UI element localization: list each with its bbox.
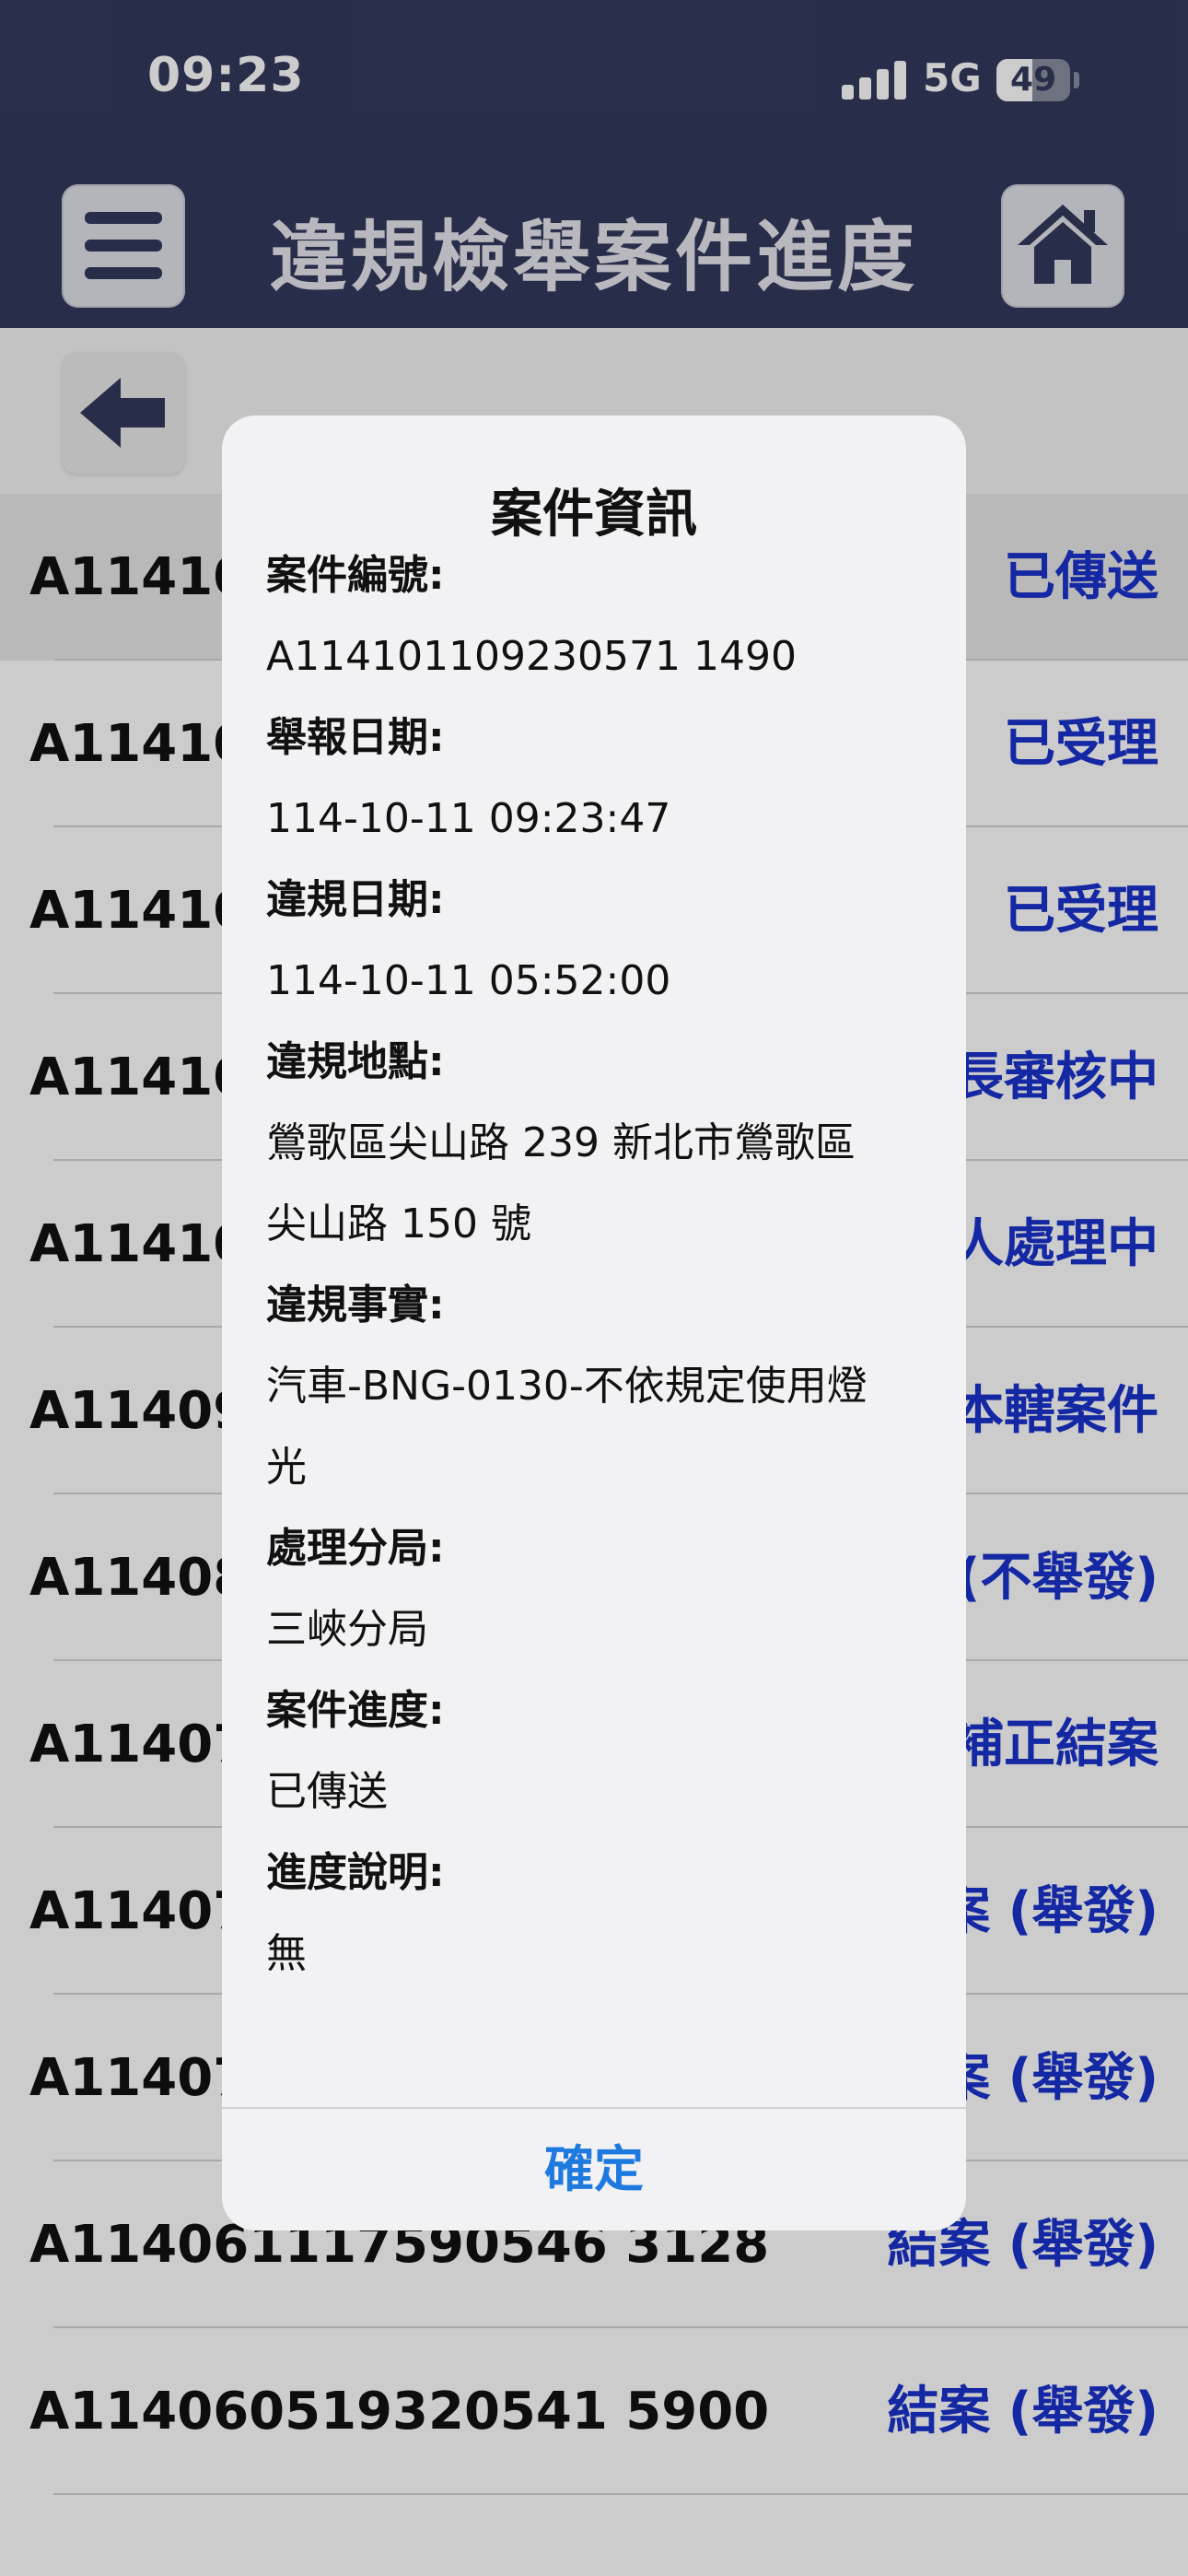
progress-note-value: 無 (266, 1930, 307, 1977)
dialog-body: 案件編號: A114101109230571 1490 舉報日期: 114-10… (266, 535, 929, 1995)
violation-location-value-cont: 尖山路 150 號 (266, 1200, 531, 1247)
violation-date-label: 違規日期: (266, 876, 445, 923)
police-branch-label: 處理分局: (266, 1525, 445, 1572)
violation-location-label: 違規地點: (266, 1038, 445, 1085)
police-branch-value: 三峽分局 (266, 1606, 428, 1653)
case-progress-label: 案件進度: (266, 1687, 445, 1734)
violation-location-value: 鶯歌區尖山路 239 新北市鶯歌區 (266, 1119, 856, 1166)
violation-date-value: 114-10-11 05:52:00 (266, 957, 671, 1004)
report-date-value: 114-10-11 09:23:47 (266, 795, 671, 842)
case-info-dialog: 案件資訊 案件編號: A114101109230571 1490 舉報日期: 1… (222, 416, 966, 2231)
report-date-label: 舉報日期: (266, 714, 445, 761)
confirm-button[interactable]: 確定 (222, 2109, 966, 2231)
violation-fact-value: 汽車-BNG-0130-不依規定使用燈 (266, 1363, 868, 1410)
progress-note-label: 進度說明: (266, 1849, 445, 1896)
case-number-value: A114101109230571 1490 (266, 633, 797, 680)
violation-fact-value-cont: 光 (266, 1444, 307, 1491)
violation-fact-label: 違規事實: (266, 1282, 445, 1329)
case-number-label: 案件編號: (266, 552, 445, 599)
case-progress-value: 已傳送 (266, 1768, 388, 1815)
